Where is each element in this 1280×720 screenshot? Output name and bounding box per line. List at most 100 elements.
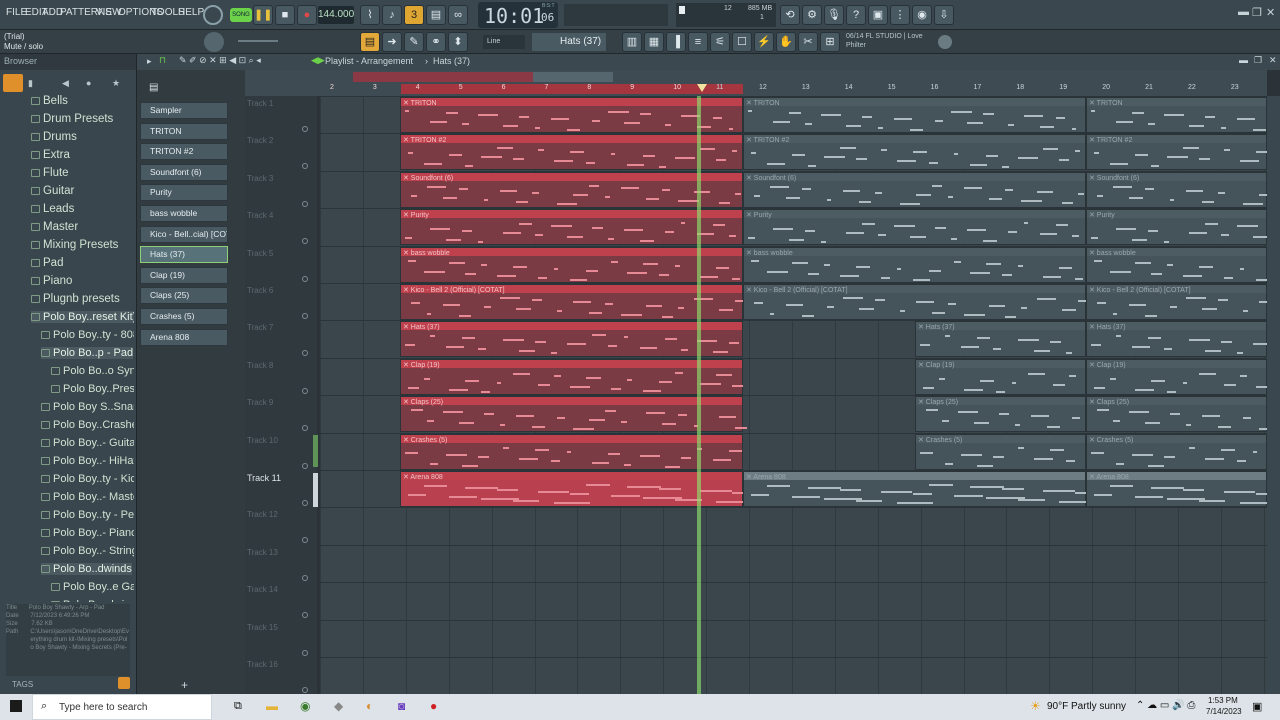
browser-item[interactable]: Piano	[31, 275, 72, 287]
playlist-clip[interactable]: ✕ bass wobble	[1086, 246, 1267, 283]
browser-item[interactable]: Polo Bo..dwinds	[51, 599, 134, 602]
playlist-clip[interactable]: ✕ TRITON	[1086, 97, 1267, 133]
playlist-grid[interactable]: ✕ TRITON ✕ TRITON ✕ TRITON ✕ TRITON #2 ✕ TRI…	[320, 96, 1267, 694]
discord-icon[interactable]: ◙	[398, 699, 405, 713]
vertical-scrollbar[interactable]	[1267, 96, 1280, 694]
browser-search-icon[interactable]	[118, 677, 130, 689]
midi-icon[interactable]: ⋮	[890, 5, 910, 25]
pattern-item[interactable]: Kico - Bell..cial) [COTAT]	[140, 225, 228, 243]
pattern-select[interactable]: Hats (37)	[532, 33, 606, 51]
playlist-minimize-icon[interactable]: ▬	[1239, 55, 1248, 65]
undo-icon[interactable]: ⟲	[780, 5, 800, 25]
playlist-clip[interactable]: ✕ Crashes (5)	[400, 433, 743, 470]
playlist-clip[interactable]: ✕ bass wobble	[743, 246, 1086, 283]
playlist-clip[interactable]: ✕ Clap (19)	[915, 358, 1086, 395]
browser-item[interactable]: Polo Boy..- Master	[41, 491, 134, 503]
track-label[interactable]: Track 16	[247, 660, 278, 669]
track-mute-icon[interactable]	[302, 163, 308, 170]
draw-tool-icon[interactable]: ✎ ✐ ⊘ ✕ ⊞ ◀ ⊡ ⌕ ◂	[179, 55, 261, 66]
track-mute-icon[interactable]	[302, 649, 308, 656]
browser-star-icon[interactable]: ★	[112, 78, 120, 89]
track-mute-icon[interactable]	[302, 313, 308, 319]
loop-region[interactable]	[353, 72, 533, 82]
count-in-icon[interactable]: 3	[404, 5, 424, 25]
playlist-clip[interactable]: ✕ TRITON #2	[1086, 134, 1267, 171]
fl-studio-icon[interactable]: ◐	[366, 699, 373, 713]
browser-item[interactable]: Polo Boy..e Gang	[51, 581, 134, 593]
download-icon[interactable]: ⇩	[934, 5, 954, 25]
browser-item[interactable]: Bells	[31, 95, 68, 107]
browser-item[interactable]: Polo Boy..- Pianos	[41, 527, 134, 539]
browser-item[interactable]: Polo Boy..ty - Perc	[41, 509, 134, 521]
track-mute-icon[interactable]	[302, 500, 308, 506]
metronome-icon[interactable]: ⌇	[360, 5, 380, 25]
pattern-item[interactable]: Clap (19)	[140, 266, 228, 284]
clock-date[interactable]: 7/14/2023	[1206, 707, 1242, 716]
pattern-item[interactable]: Claps (25)	[140, 287, 228, 305]
playlist-clip[interactable]: ✕ bass wobble	[400, 246, 743, 283]
playlist-clip[interactable]: ✕ Kico - Bell 2 (Official) [COTAT]	[743, 284, 1087, 320]
browser-item[interactable]: Polo Bo..p - Pad	[41, 347, 134, 359]
browser-item[interactable]: Polo Bo..o Synth	[51, 365, 134, 377]
browser-item[interactable]: Polo Boy..ty - 808s	[41, 329, 134, 341]
chat-icon[interactable]: ◉	[912, 5, 932, 25]
playlist-clip[interactable]: ✕ Purity	[743, 209, 1086, 246]
microphone-icon[interactable]: 🎙	[824, 5, 844, 25]
track-mute-icon[interactable]	[302, 238, 308, 245]
browser-item[interactable]: Polo Boy S..Snares	[41, 401, 134, 413]
playlist-clip[interactable]: ✕ Arena 808	[400, 471, 753, 507]
browser-item[interactable]: Polo Boy..- HiHats	[41, 455, 134, 467]
track-label[interactable]: Track 7	[247, 323, 273, 332]
step-edit-icon[interactable]: ▤	[426, 5, 446, 25]
playlist-clip[interactable]: ✕ Crashes (5)	[1086, 433, 1267, 470]
add-pattern-button[interactable]: +	[181, 678, 188, 692]
playlist-view-icon[interactable]: ▤	[360, 32, 380, 52]
touch-controller-icon[interactable]: ✋	[776, 32, 796, 52]
track-mute-icon[interactable]	[302, 126, 308, 132]
track-mute-icon[interactable]	[302, 462, 308, 469]
browser-back-icon[interactable]: ◀	[62, 78, 69, 89]
playlist-clip[interactable]: ✕ Soundfont (6)	[743, 171, 1086, 208]
menu-file[interactable]: FILE	[6, 7, 27, 18]
track-label[interactable]: Track 13	[247, 548, 278, 557]
browser-item[interactable]: Flute	[31, 167, 69, 179]
playlist-clip[interactable]: ✕ Purity	[400, 209, 743, 246]
track-label[interactable]: Track 14	[247, 585, 278, 594]
windows-start-icon[interactable]	[10, 700, 22, 712]
window-minimize-icon[interactable]: ▬	[1238, 6, 1249, 18]
track-label[interactable]: Track 1	[247, 99, 273, 108]
plugin-picker-icon[interactable]: ⚡	[754, 32, 774, 52]
playlist-clip[interactable]: ✕ Clap (19)	[1086, 358, 1267, 395]
tray-icons[interactable]: ⌃ ☁ ▭ 🔊 ⎙	[1136, 700, 1195, 711]
playlist-close-icon[interactable]: ✕	[1269, 55, 1277, 66]
loop-record-icon[interactable]: ∞	[448, 5, 468, 25]
browser-item[interactable]: Extra	[31, 149, 70, 161]
link-icon[interactable]: ⚭	[426, 32, 446, 52]
browser-item[interactable]: Drums	[31, 131, 77, 143]
window-close-icon[interactable]: ✕	[1266, 6, 1275, 19]
help-icon[interactable]: ?	[846, 5, 866, 25]
browser-item[interactable]: Plugnb presets	[31, 293, 120, 305]
piano-roll-icon[interactable]: ▥	[622, 32, 642, 52]
playlist-clip[interactable]: ✕ Purity	[1086, 209, 1267, 246]
playlist-clip[interactable]: ✕ Claps (25)	[400, 396, 747, 433]
playhead-marker[interactable]	[697, 84, 707, 92]
track-label[interactable]: Track 8	[247, 361, 273, 370]
track-label[interactable]: Track 2	[247, 136, 273, 145]
track-mute-icon[interactable]	[302, 275, 308, 282]
news-link-icon[interactable]	[938, 35, 952, 49]
record-button[interactable]: ●	[297, 5, 317, 25]
effects-icon[interactable]: ⚟	[710, 32, 730, 52]
playlist-clip[interactable]: ✕ Claps (25)	[915, 396, 1086, 433]
tempo-display[interactable]: 144.000	[318, 6, 354, 24]
track-label[interactable]: Track 11	[247, 473, 281, 483]
snap-select[interactable]: Line	[483, 35, 525, 49]
song-mode-toggle[interactable]: SONG	[230, 8, 252, 22]
playlist-clip[interactable]: ✕ Hats (37)	[1086, 321, 1267, 358]
playlist-clip[interactable]: ✕ Soundfont (6)	[1086, 171, 1267, 208]
track-label[interactable]: Track 12	[247, 510, 278, 519]
playlist-clip[interactable]: ✕ Kico - Bell 2 (Official) [COTAT]	[400, 284, 744, 320]
track-mute-icon[interactable]	[302, 537, 308, 544]
playlist-clip[interactable]: ✕ Arena 808	[1086, 471, 1267, 507]
taskbar-search[interactable]: ⌕ Type here to search	[32, 694, 212, 720]
